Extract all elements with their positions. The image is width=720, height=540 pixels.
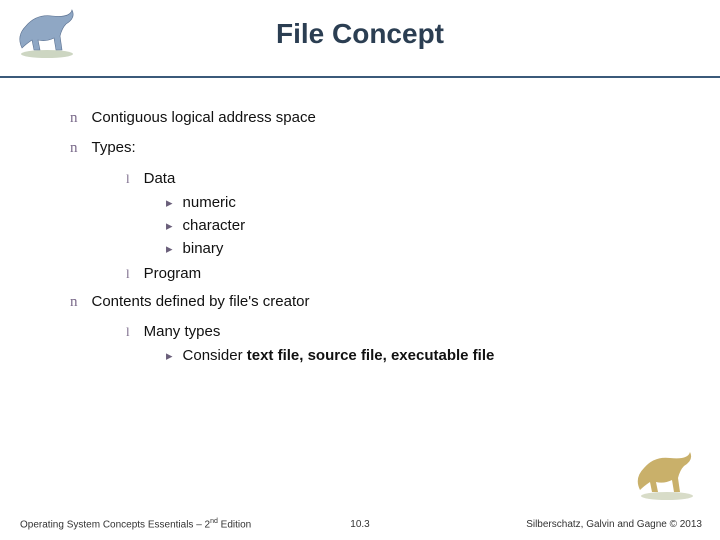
bullet-text: Types: <box>92 139 136 156</box>
slide-title: File Concept <box>0 0 720 50</box>
bullet-text: Consider <box>183 347 247 364</box>
bullet-text: Data <box>144 170 176 187</box>
footer-sup: nd <box>210 518 218 525</box>
footer-copyright: Silberschatz, Galvin and Gagne © 2013 <box>526 519 702 530</box>
bullet-mark-n: n <box>70 140 78 156</box>
bullet-text: Many types <box>144 323 221 340</box>
footer-left: Operating System Concepts Essentials – 2… <box>20 518 251 530</box>
bullet-text-emph: text file, source file, executable file <box>247 347 495 364</box>
bullet-item: ▸ binary <box>166 239 720 259</box>
dinosaur-icon <box>632 450 702 500</box>
arrow-icon: ▸ <box>166 194 173 212</box>
arrow-icon: ▸ <box>166 240 173 258</box>
bullet-text: Contiguous logical address space <box>92 109 316 126</box>
bullet-item: ▸ Consider text file, source file, execut… <box>166 346 720 366</box>
bullet-text: character <box>183 217 246 234</box>
bullet-item: ▸ numeric <box>166 193 720 213</box>
bullet-item: n Types: <box>70 138 720 158</box>
slide-header: File Concept <box>0 0 720 78</box>
bullet-item: n Contents defined by file's creator <box>70 292 720 312</box>
bullet-item: l Data <box>126 169 720 189</box>
bullet-mark-l: l <box>126 266 130 281</box>
footer-page-number: 10.3 <box>350 519 369 530</box>
bullet-item: ▸ character <box>166 216 720 236</box>
bullet-text: Program <box>144 265 202 282</box>
bullet-item: n Contiguous logical address space <box>70 108 720 128</box>
bullet-item: l Many types <box>126 322 720 342</box>
bullet-item: l Program <box>126 264 720 284</box>
bullet-text: Contents defined by file's creator <box>92 293 310 310</box>
arrow-icon: ▸ <box>166 217 173 235</box>
slide-body: n Contiguous logical address space n Types… <box>0 78 720 367</box>
bullet-text: numeric <box>183 194 236 211</box>
arrow-icon: ▸ <box>166 347 173 365</box>
bullet-text: binary <box>183 240 224 257</box>
bullet-mark-l: l <box>126 171 130 186</box>
footer-text: Operating System Concepts Essentials – 2 <box>20 519 210 530</box>
bullet-mark-n: n <box>70 110 78 126</box>
slide-footer: Operating System Concepts Essentials – 2… <box>0 506 720 530</box>
dinosaur-icon <box>12 6 82 58</box>
bullet-mark-l: l <box>126 324 130 339</box>
footer-text: Edition <box>218 519 251 530</box>
bullet-mark-n: n <box>70 294 78 310</box>
